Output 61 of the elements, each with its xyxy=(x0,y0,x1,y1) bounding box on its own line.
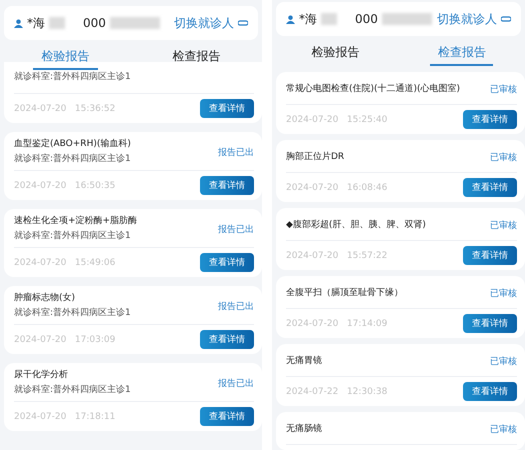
patient-id: 000 xyxy=(355,12,378,26)
report-title: 胸部正位片DR xyxy=(286,152,344,162)
report-title: 肿瘤标志物(女) xyxy=(14,293,76,304)
switch-patient-button[interactable]: 切换就诊人 xyxy=(174,14,248,32)
report-title: 全腹平扫（膈顶至耻骨下缘） xyxy=(286,288,403,298)
report-status: 已审核 xyxy=(490,84,517,96)
report-time: 2024-07-20 15:36:52 xyxy=(14,104,116,114)
view-details-button[interactable]: 查看详情 xyxy=(200,407,254,426)
report-status: 已审核 xyxy=(490,220,517,232)
report-tab[interactable]: 检验报告 xyxy=(272,36,398,68)
blurred-text xyxy=(110,17,160,29)
report-title: 常规心电图检查(住院)(十二通道)(心电图室) xyxy=(286,84,460,94)
report-title: ◆腹部彩超(肝、胆、胰、脾、双肾) xyxy=(286,220,426,230)
report-time: 2024-07-20 15:49:06 xyxy=(14,258,116,268)
report-title: 无痛胃镜 xyxy=(286,356,322,366)
report-tab[interactable]: 检查报告 xyxy=(398,36,525,68)
report-status: 报告已出 xyxy=(218,224,254,236)
view-details-button[interactable]: 查看详情 xyxy=(200,176,254,195)
report-time: 2024-07-20 17:18:11 xyxy=(14,412,116,422)
report-time: 2024-07-20 16:08:46 xyxy=(286,182,388,192)
department-text: 就诊科室:普外科四病区主诊1 xyxy=(14,154,131,165)
blurred-text xyxy=(321,13,337,25)
view-details-button[interactable]: 查看详情 xyxy=(463,314,517,333)
view-details-button[interactable]: 查看详情 xyxy=(463,178,517,197)
report-title: 速检生化全项+淀粉酶+脂肪酶 xyxy=(14,216,138,227)
report-time: 2024-07-22 12:30:38 xyxy=(286,386,388,396)
report-status: 已审核 xyxy=(490,152,517,164)
patient-id: 000 xyxy=(83,16,106,30)
report-status: 报告已出 xyxy=(218,146,254,158)
report-time: 2024-07-20 15:57:22 xyxy=(286,250,388,260)
report-status: 已审核 xyxy=(490,356,517,368)
report-tab[interactable]: 检查报告 xyxy=(131,40,262,72)
department-text: 就诊科室:普外科四病区主诊1 xyxy=(14,231,132,242)
view-details-button[interactable]: 查看详情 xyxy=(463,110,517,129)
department-text: 就诊科室:普外科四病区主诊1 xyxy=(14,385,131,396)
person-icon xyxy=(14,18,23,28)
patient-name: *海 xyxy=(27,14,45,32)
view-details-button[interactable]: 查看详情 xyxy=(463,382,517,401)
blurred-text xyxy=(382,13,432,25)
report-time: 2024-07-20 16:50:35 xyxy=(14,180,116,190)
report-title: 尿干化学分析 xyxy=(14,370,69,381)
report-title: 血型鉴定(ABO+RH)(输血科) xyxy=(14,139,131,150)
report-time: 2024-07-20 15:25:40 xyxy=(286,114,388,124)
department-text: 就诊科室:普外科四病区主诊1 xyxy=(14,308,131,319)
report-tab[interactable]: 检验报告 xyxy=(0,40,131,72)
report-time: 2024-07-20 17:03:09 xyxy=(14,334,116,344)
report-status: 报告已出 xyxy=(218,300,254,312)
report-status: 已审核 xyxy=(490,424,517,436)
report-status: 已审核 xyxy=(490,288,517,300)
report-status: 报告已出 xyxy=(218,378,254,390)
report-title: 无痛肠镜 xyxy=(286,424,322,434)
person-icon xyxy=(286,14,295,24)
view-details-button[interactable]: 查看详情 xyxy=(463,246,517,265)
switch-patient-button[interactable]: 切换就诊人 xyxy=(437,10,511,28)
department-text: 就诊科室:普外科四病区主诊1 xyxy=(14,72,131,82)
report-time: 2024-07-20 17:14:09 xyxy=(286,318,388,328)
view-details-button[interactable]: 查看详情 xyxy=(200,99,254,118)
blurred-text xyxy=(49,17,65,29)
patient-name: *海 xyxy=(299,10,317,28)
view-details-button[interactable]: 查看详情 xyxy=(200,253,254,272)
view-details-button[interactable]: 查看详情 xyxy=(200,330,254,349)
